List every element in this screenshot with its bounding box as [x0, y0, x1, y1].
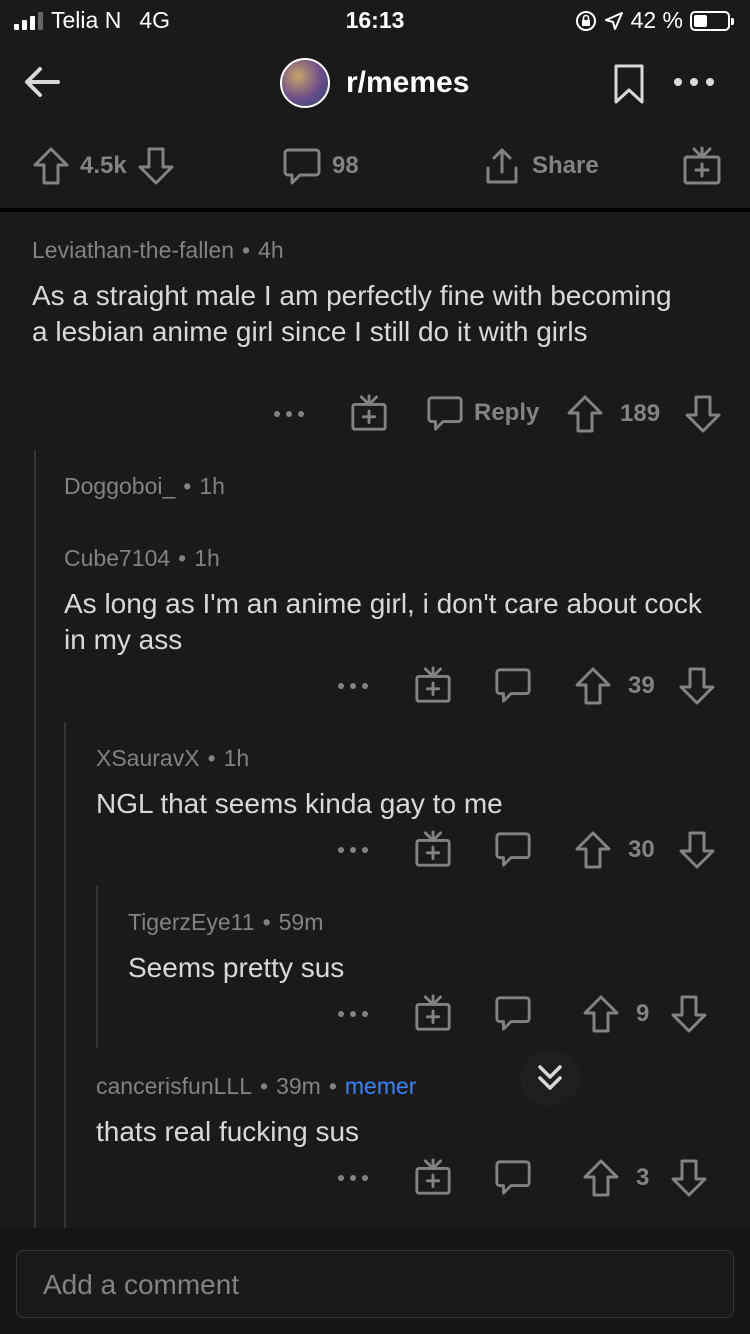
comment-body: Seems pretty sus [128, 952, 345, 983]
post-vote-group: 4.5k [32, 146, 175, 186]
award-gift-icon [683, 146, 721, 185]
comment-actions: 30 [0, 828, 750, 872]
add-comment-placeholder: Add a comment [43, 1269, 240, 1300]
reply-comment-icon[interactable] [494, 1158, 532, 1196]
award-gift-icon[interactable] [414, 830, 452, 868]
downvote-icon[interactable] [684, 394, 722, 434]
more-options-icon[interactable] [336, 1172, 370, 1184]
comment-body: As long as I'm an anime girl, i don't ca… [64, 588, 702, 655]
upvote-icon[interactable] [582, 994, 620, 1034]
comment-actions: 9 [0, 992, 750, 1036]
comment-vote-count: 30 [628, 836, 655, 863]
comment-vote-count: 189 [620, 400, 661, 427]
comment-author[interactable]: Cube7104 [64, 545, 170, 571]
location-icon [604, 11, 623, 30]
subreddit-header[interactable]: r/memes [280, 58, 469, 108]
post-comments-button[interactable]: 98 [282, 146, 359, 186]
bookmark-icon[interactable] [612, 62, 646, 106]
comment-age: 39m [276, 1073, 321, 1099]
comment-meta: Cube7104 • 1h [64, 545, 220, 571]
battery-percent: 42 % [630, 7, 683, 33]
more-options-icon[interactable] [672, 70, 716, 94]
upvote-icon[interactable] [574, 830, 612, 870]
comment-meta: Leviathan-the-fallen • 4h [32, 237, 284, 263]
more-options-icon[interactable] [336, 844, 370, 856]
battery-icon [690, 10, 734, 31]
comment-actions: 39 [0, 664, 750, 708]
more-options-icon[interactable] [336, 680, 370, 692]
reply-label: Reply [474, 399, 540, 426]
subreddit-name[interactable]: r/memes [346, 66, 469, 100]
comment-meta[interactable]: Doggoboi_ • 1h [64, 473, 225, 500]
post-vote-count: 4.5k [80, 152, 127, 179]
reply-comment-icon[interactable] [494, 830, 532, 868]
share-label: Share [532, 152, 599, 179]
comment-author[interactable]: TigerzEye11 [128, 909, 255, 935]
add-comment-input[interactable]: Add a comment [16, 1250, 734, 1318]
post-action-bar: 4.5k 98 Share [0, 130, 750, 208]
subreddit-avatar[interactable] [280, 58, 330, 108]
double-chevron-down-icon [538, 1065, 562, 1090]
award-gift-icon[interactable] [414, 994, 452, 1032]
comment-age: 1h [223, 745, 250, 771]
upvote-icon[interactable] [566, 394, 604, 434]
comment-author[interactable]: XSauravX [96, 745, 200, 771]
comment-vote-count: 3 [636, 1164, 650, 1191]
downvote-icon[interactable] [678, 666, 716, 706]
award-gift-icon[interactable] [414, 666, 452, 704]
share-icon [486, 148, 518, 184]
comment-meta: XSauravX • 1h [96, 745, 250, 771]
more-options-icon[interactable] [272, 408, 306, 420]
user-flair: memer [344, 1073, 417, 1099]
thread-line-depth-2 [64, 722, 66, 1228]
back-arrow-icon[interactable] [20, 60, 64, 104]
jump-to-next-comment-button[interactable] [520, 1050, 580, 1106]
comment-icon [283, 148, 321, 185]
reply-button[interactable]: Reply [426, 394, 539, 432]
comment-body: As a straight male I am perfectly fine w… [32, 280, 672, 347]
upvote-icon[interactable] [574, 666, 612, 706]
comment-meta: TigerzEye11 • 59m [128, 909, 324, 935]
status-bar: Telia N 4G 16:13 42 % [0, 0, 750, 40]
comment-icon [427, 396, 463, 431]
more-options-icon[interactable] [336, 1008, 370, 1020]
comment-meta: cancerisfunLLL • 39m • memer [96, 1073, 417, 1099]
share-button[interactable]: Share [482, 146, 599, 186]
post-comment-count: 98 [332, 152, 359, 179]
award-gift-icon[interactable] [350, 394, 388, 432]
comment-vote-count: 39 [628, 672, 655, 699]
downvote-icon[interactable] [678, 830, 716, 870]
comment-author[interactable]: cancerisfunLLL [96, 1073, 252, 1099]
comment-body: NGL that seems kinda gay to me [96, 788, 503, 819]
downvote-icon[interactable] [670, 994, 708, 1034]
reply-comment-icon[interactable] [494, 666, 532, 704]
post-divider [0, 208, 750, 212]
upvote-icon[interactable] [32, 146, 70, 186]
comment-age: 1h [199, 473, 225, 499]
comment-age: 1h [194, 545, 220, 571]
comment-age: 59m [278, 909, 324, 935]
comment-age: 4h [258, 237, 284, 263]
post-award-button[interactable] [682, 146, 722, 186]
comment-body: thats real fucking sus [96, 1116, 360, 1147]
comment-author[interactable]: Doggoboi_ [64, 473, 175, 499]
status-right: 42 % [575, 7, 734, 34]
award-gift-icon[interactable] [414, 1158, 452, 1196]
comment-author[interactable]: Leviathan-the-fallen [32, 237, 234, 263]
comment-actions: Reply 189 [0, 392, 750, 436]
orientation-lock-icon [575, 10, 596, 31]
downvote-icon[interactable] [137, 146, 175, 186]
comment-vote-count: 9 [636, 1000, 650, 1027]
nav-bar: r/memes [0, 40, 750, 130]
comment-actions: 3 [0, 1156, 750, 1200]
downvote-icon[interactable] [670, 1158, 708, 1198]
upvote-icon[interactable] [582, 1158, 620, 1198]
reply-comment-icon[interactable] [494, 994, 532, 1032]
